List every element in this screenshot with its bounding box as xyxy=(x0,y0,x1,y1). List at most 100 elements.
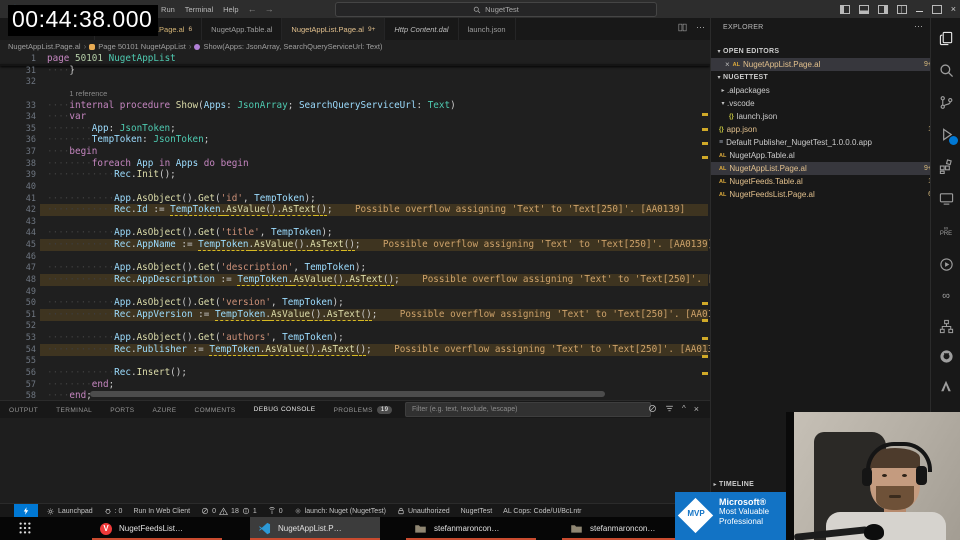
line-number[interactable]: 41 xyxy=(0,193,36,205)
line-number[interactable]: 39 xyxy=(0,169,36,181)
status-run-in-web-client[interactable]: Run In Web Client xyxy=(133,508,190,515)
line-number[interactable]: 47 xyxy=(0,262,36,274)
horizontal-scrollbar[interactable] xyxy=(90,391,605,397)
command-center[interactable]: NugetTest xyxy=(335,2,657,17)
debug-console-body[interactable] xyxy=(0,418,710,503)
line-number[interactable]: 49 xyxy=(0,286,36,298)
panel-tab-problems[interactable]: PROBLEMS 19 xyxy=(325,402,402,418)
explorer-item-launch-json[interactable]: {} launch.json xyxy=(711,110,931,123)
line-number[interactable]: 46 xyxy=(0,251,36,263)
filter-lines-icon[interactable] xyxy=(665,404,674,413)
menu-run[interactable]: Run xyxy=(156,5,180,14)
chevron-up-icon[interactable]: ^ xyxy=(682,404,686,413)
activity-remote-explorer-icon[interactable] xyxy=(931,186,960,210)
activity-azure-pipelines-icon[interactable]: ∞ xyxy=(931,284,960,308)
explorer-item-default-publisher-nugettest-1-0-0-0-app[interactable]: ≡ Default Publisher_NugetTest_1.0.0.0.app xyxy=(711,136,931,149)
explorer-item--vscode[interactable]: ▾ .vscode xyxy=(711,97,931,110)
close-button[interactable]: × xyxy=(951,4,956,14)
line-number[interactable]: 57 xyxy=(0,379,36,391)
app-launcher-icon[interactable] xyxy=(18,521,32,535)
line-number[interactable]: 42 xyxy=(0,204,36,216)
line-number[interactable]: 33 xyxy=(0,100,36,112)
status-unauthorized[interactable]: Unauthorized xyxy=(397,507,450,515)
line-number[interactable]: 35 xyxy=(0,123,36,135)
explorer-item-nugetapplist-page-al[interactable]: ×ALNugetAppList.Page.al9+ xyxy=(711,58,931,71)
tab-nugetapp-table-al[interactable]: NugetApp.Table.al xyxy=(202,18,283,40)
line-number[interactable]: 56 xyxy=(0,367,36,379)
line-number[interactable]: 44 xyxy=(0,227,36,239)
menu-terminal[interactable]: Terminal xyxy=(180,5,218,14)
line-number[interactable]: 55 xyxy=(0,355,36,367)
taskbar-item-0[interactable]: V NugetFeedsList… xyxy=(92,517,222,540)
line-number[interactable]: 52 xyxy=(0,320,36,332)
activity-al-preview-icon[interactable]: ∞ PRE xyxy=(931,220,960,244)
remote-indicator[interactable] xyxy=(14,504,38,518)
taskbar-item-2[interactable]: stefanmaroncon… xyxy=(406,517,536,540)
clear-console-icon[interactable] xyxy=(648,404,657,413)
line-number[interactable]: 43 xyxy=(0,216,36,228)
activity-run-debug-icon[interactable] xyxy=(931,122,960,146)
explorer-section-open-editors[interactable]: ▾ OPEN EDITORS xyxy=(711,45,931,58)
panel-tab-debug-console[interactable]: DEBUG CONSOLE xyxy=(244,402,325,419)
explorer-item--alpackages[interactable]: ▸ .alpackages xyxy=(711,84,931,97)
panel-tab-comments[interactable]: COMMENTS xyxy=(186,402,245,418)
line-number[interactable]: 40 xyxy=(0,181,36,193)
line-number[interactable]: 36 xyxy=(0,134,36,146)
line-number[interactable]: 51 xyxy=(0,309,36,321)
breadcrumb-item[interactable]: NugetAppList.Page.al xyxy=(8,42,81,51)
nav-back-icon[interactable]: ← xyxy=(244,4,261,14)
activity-explorer-icon[interactable] xyxy=(931,26,960,50)
panel-tab-output[interactable]: OUTPUT xyxy=(0,402,47,418)
line-number[interactable]: 54 xyxy=(0,344,36,356)
line-number[interactable]: 31 xyxy=(0,65,36,77)
code-editor[interactable]: 1 page 50101 NugetAppList 31 ····} 32 1 refe… xyxy=(0,52,710,400)
status-nugettest[interactable]: NugetTest xyxy=(461,508,493,515)
close-editor-icon[interactable]: × xyxy=(725,60,730,69)
toggle-panel-icon[interactable] xyxy=(858,4,869,14)
panel-tab-ports[interactable]: PORTS xyxy=(101,402,143,418)
tab-nugetapplist-page-al[interactable]: NugetAppList.Page.al 9+ xyxy=(282,18,386,40)
explorer-item-nugetapplist-page-al[interactable]: ALNugetAppList.Page.al9+ xyxy=(711,162,931,175)
status-launchpad[interactable]: Launchpad xyxy=(46,507,93,516)
activity-source-control-icon[interactable] xyxy=(931,90,960,114)
line-number[interactable]: 45 xyxy=(0,239,36,251)
line-number[interactable]: 48 xyxy=(0,274,36,286)
minimize-button[interactable] xyxy=(915,7,923,12)
explorer-item-nugetapp-table-al[interactable]: AL NugetApp.Table.al xyxy=(711,149,931,162)
line-number[interactable]: 34 xyxy=(0,111,36,123)
explorer-item-nugetfeeds-table-al[interactable]: ALNugetFeeds.Table.al1 xyxy=(711,175,931,188)
explorer-more-icon[interactable]: ⋯ xyxy=(914,21,923,32)
line-number[interactable]: 37 xyxy=(0,146,36,158)
activity-run-circle-icon[interactable] xyxy=(931,252,960,276)
toggle-secondary-sidebar-icon[interactable] xyxy=(877,4,888,14)
line-number[interactable]: 53 xyxy=(0,332,36,344)
more-actions-icon[interactable]: ⋯ xyxy=(696,22,705,33)
close-panel-icon[interactable]: × xyxy=(694,404,699,414)
status--0[interactable]: : 0 xyxy=(104,507,122,515)
explorer-item-app-json[interactable]: {}app.json1 xyxy=(711,123,931,136)
status-0[interactable]: 0 xyxy=(268,507,283,515)
line-number[interactable]: 38 xyxy=(0,158,36,170)
status-launch-nuget-nugettest-[interactable]: launch: Nuget (NugetTest) xyxy=(294,507,386,515)
activity-azure-icon[interactable] xyxy=(931,374,960,398)
menu-help[interactable]: Help xyxy=(218,5,243,14)
activity-search-icon[interactable] xyxy=(931,58,960,82)
line-number[interactable]: 32 xyxy=(0,76,36,88)
panel-tab-azure[interactable]: AZURE xyxy=(143,402,185,418)
taskbar-item-3[interactable]: stefanmaroncon… xyxy=(562,517,692,540)
breadcrumb-item[interactable]: Show(Apps: JsonArray, SearchQueryService… xyxy=(203,42,382,51)
activity-extensions-icon[interactable] xyxy=(931,154,960,178)
explorer-item-nugetfeedslist-page-al[interactable]: ALNugetFeedsList.Page.al6 xyxy=(711,188,931,201)
activity-org-view-icon[interactable] xyxy=(931,314,960,338)
debug-filter-input[interactable]: Filter (e.g. text, !exclude, \escape) xyxy=(405,402,651,417)
breadcrumb-item[interactable]: Page 50101 NugetAppList xyxy=(98,42,186,51)
activity-github-icon[interactable] xyxy=(931,344,960,368)
line-number[interactable]: 58 xyxy=(0,390,36,400)
split-editor-icon[interactable] xyxy=(678,23,687,32)
nav-forward-icon[interactable]: → xyxy=(261,4,278,14)
tab-launch-json[interactable]: launch.json xyxy=(458,18,516,40)
status-al-cops-code-ui-bclntr[interactable]: AL Cops: Code/UI/BcLntr xyxy=(503,508,581,515)
panel-tab-terminal[interactable]: TERMINAL xyxy=(47,402,101,418)
toggle-sidebar-icon[interactable] xyxy=(839,4,850,14)
restore-button[interactable] xyxy=(931,5,942,14)
